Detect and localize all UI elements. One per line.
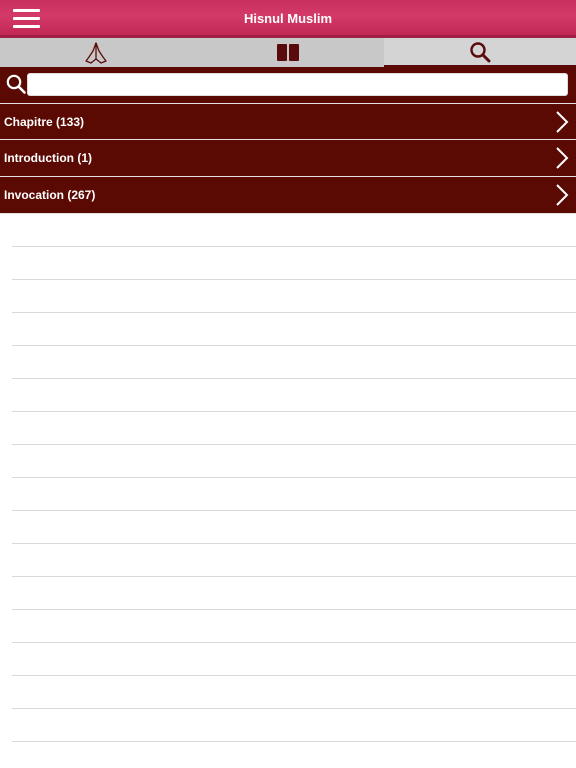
empty-row (12, 544, 576, 577)
empty-row (12, 313, 576, 346)
list-item-label: Invocation (267) (4, 188, 96, 202)
tab-prayers[interactable] (0, 38, 192, 67)
praying-hands-icon (85, 41, 107, 64)
navigation-bar: Hisnul Muslim (0, 0, 576, 38)
chevron-right-icon (556, 111, 569, 133)
empty-row (12, 247, 576, 280)
list-item-label: Introduction (1) (4, 151, 92, 165)
chevron-right-icon (556, 184, 569, 206)
empty-row (12, 709, 576, 742)
empty-row (12, 379, 576, 412)
empty-row (12, 643, 576, 676)
empty-row (12, 577, 576, 610)
category-list: Chapitre (133) Introduction (1) Invocati… (0, 103, 576, 214)
empty-row (12, 346, 576, 379)
empty-row (12, 511, 576, 544)
search-bar (0, 67, 576, 103)
empty-table-rows (12, 214, 576, 742)
empty-row (12, 214, 576, 247)
empty-row (12, 676, 576, 709)
search-icon (470, 41, 491, 62)
open-book-icon (277, 43, 299, 61)
tab-search[interactable] (384, 38, 576, 67)
tab-book[interactable] (192, 38, 384, 67)
list-item-introduction[interactable]: Introduction (1) (0, 140, 576, 177)
list-item-chapitre[interactable]: Chapitre (133) (0, 103, 576, 140)
search-input[interactable] (27, 73, 568, 96)
list-item-invocation[interactable]: Invocation (267) (0, 177, 576, 214)
empty-row (12, 280, 576, 313)
search-icon (6, 74, 26, 94)
tab-bar (0, 38, 576, 67)
empty-row (12, 478, 576, 511)
app-title: Hisnul Muslim (243, 11, 333, 26)
empty-row (12, 412, 576, 445)
empty-row (12, 610, 576, 643)
empty-row (12, 445, 576, 478)
chevron-right-icon (556, 147, 569, 169)
list-item-label: Chapitre (133) (4, 115, 85, 129)
